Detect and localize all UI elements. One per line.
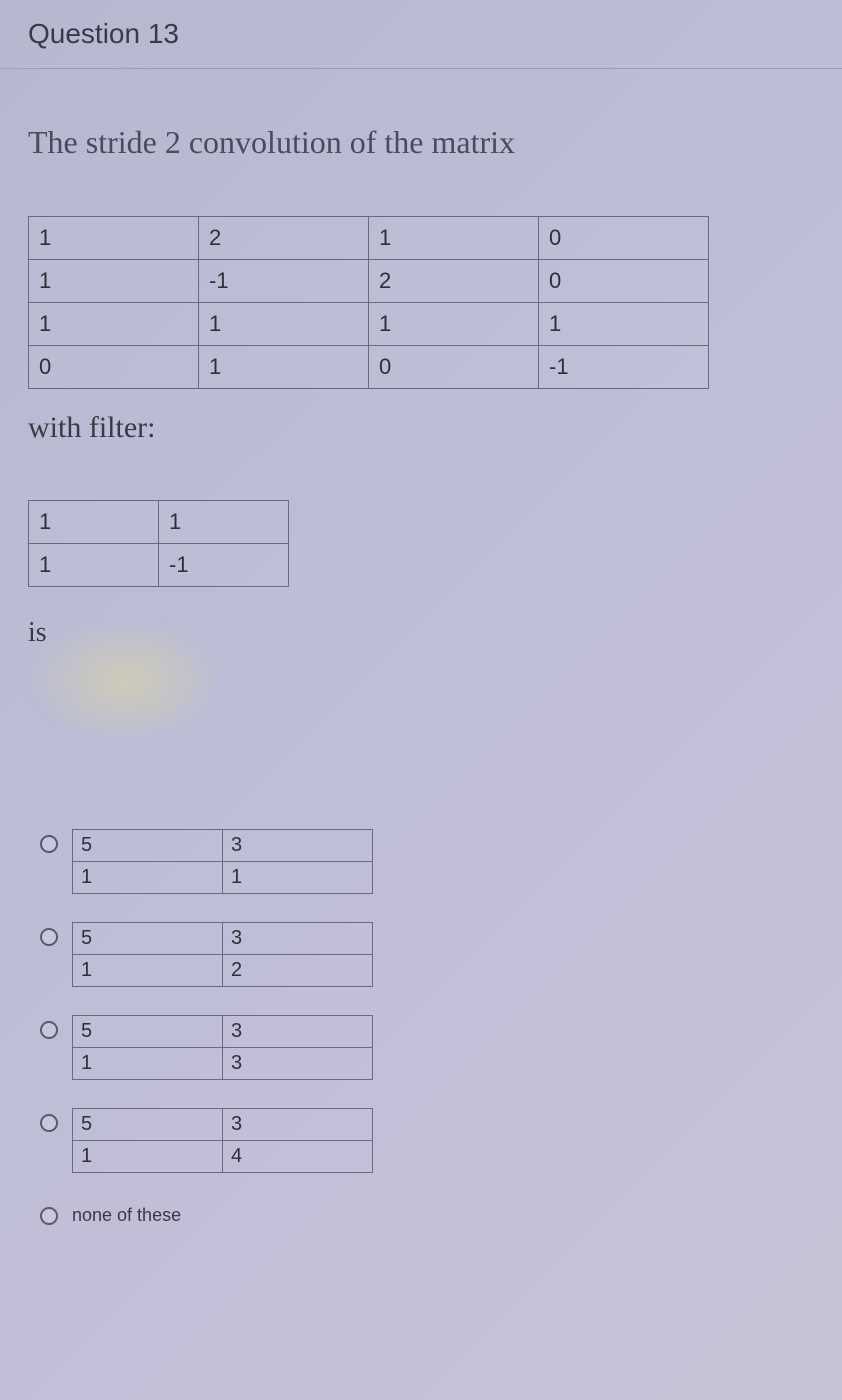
matrix-cell: -1 — [199, 260, 369, 303]
matrix-cell: 1 — [29, 544, 159, 587]
table-row: 5 3 — [73, 923, 373, 955]
matrix-cell: 1 — [369, 303, 539, 346]
matrix-cell: 1 — [29, 217, 199, 260]
matrix-cell: 4 — [223, 1141, 373, 1173]
input-matrix: 1 2 1 0 1 -1 2 0 1 1 1 1 0 1 0 -1 — [28, 216, 709, 389]
matrix-cell: 1 — [73, 1048, 223, 1080]
table-row: 5 3 — [73, 830, 373, 862]
option-label: none of these — [72, 1201, 181, 1226]
question-body: The stride 2 convolution of the matrix 1… — [0, 124, 842, 1226]
prompt-text: The stride 2 convolution of the matrix — [28, 124, 814, 161]
matrix-cell: 2 — [369, 260, 539, 303]
matrix-cell: 3 — [223, 1048, 373, 1080]
matrix-cell: 3 — [223, 1109, 373, 1141]
matrix-cell: 0 — [539, 260, 709, 303]
table-row: 1 -1 — [29, 544, 289, 587]
table-row: 1 1 — [29, 501, 289, 544]
matrix-cell: 0 — [539, 217, 709, 260]
matrix-cell: 0 — [369, 346, 539, 389]
matrix-cell: 1 — [199, 346, 369, 389]
table-row: 1 -1 2 0 — [29, 260, 709, 303]
matrix-cell: 1 — [29, 260, 199, 303]
matrix-cell: 1 — [199, 303, 369, 346]
question-title: Question 13 — [28, 18, 179, 49]
answer-option-5[interactable]: none of these — [40, 1201, 814, 1226]
matrix-cell: 5 — [73, 923, 223, 955]
table-row: 1 1 1 1 — [29, 303, 709, 346]
matrix-cell: 1 — [29, 303, 199, 346]
option-table: 5 3 1 3 — [72, 1015, 373, 1080]
radio-icon[interactable] — [40, 928, 58, 946]
matrix-cell: 2 — [199, 217, 369, 260]
matrix-cell: 1 — [539, 303, 709, 346]
table-row: 1 2 — [73, 955, 373, 987]
matrix-cell: 1 — [223, 862, 373, 894]
option-table: 5 3 1 4 — [72, 1108, 373, 1173]
answer-option-2[interactable]: 5 3 1 2 — [40, 922, 814, 987]
question-page: Question 13 The stride 2 convolution of … — [0, 0, 842, 1400]
with-filter-label: with filter: — [28, 411, 814, 445]
matrix-cell: 1 — [73, 955, 223, 987]
matrix-cell: 5 — [73, 830, 223, 862]
matrix-cell: 5 — [73, 1109, 223, 1141]
table-row: 5 3 — [73, 1109, 373, 1141]
matrix-cell: 1 — [29, 501, 159, 544]
option-table: 5 3 1 1 — [72, 829, 373, 894]
answer-option-4[interactable]: 5 3 1 4 — [40, 1108, 814, 1173]
answer-option-1[interactable]: 5 3 1 1 — [40, 829, 814, 894]
table-row: 5 3 — [73, 1016, 373, 1048]
radio-icon[interactable] — [40, 835, 58, 853]
table-row: 0 1 0 -1 — [29, 346, 709, 389]
matrix-cell: 2 — [223, 955, 373, 987]
matrix-cell: 1 — [73, 862, 223, 894]
question-header: Question 13 — [0, 0, 842, 69]
answer-options: 5 3 1 1 5 3 1 — [40, 829, 814, 1226]
table-row: 1 2 1 0 — [29, 217, 709, 260]
answer-option-3[interactable]: 5 3 1 3 — [40, 1015, 814, 1080]
matrix-cell: -1 — [159, 544, 289, 587]
radio-icon[interactable] — [40, 1021, 58, 1039]
matrix-cell: 3 — [223, 830, 373, 862]
matrix-cell: 1 — [73, 1141, 223, 1173]
matrix-cell: 0 — [29, 346, 199, 389]
is-label: is — [28, 617, 814, 649]
matrix-cell: -1 — [539, 346, 709, 389]
filter-matrix: 1 1 1 -1 — [28, 500, 289, 587]
table-row: 1 4 — [73, 1141, 373, 1173]
radio-icon[interactable] — [40, 1114, 58, 1132]
matrix-cell: 5 — [73, 1016, 223, 1048]
option-table: 5 3 1 2 — [72, 922, 373, 987]
table-row: 1 1 — [73, 862, 373, 894]
matrix-cell: 1 — [369, 217, 539, 260]
table-row: 1 3 — [73, 1048, 373, 1080]
matrix-cell: 3 — [223, 1016, 373, 1048]
matrix-cell: 3 — [223, 923, 373, 955]
matrix-cell: 1 — [159, 501, 289, 544]
radio-icon[interactable] — [40, 1207, 58, 1225]
